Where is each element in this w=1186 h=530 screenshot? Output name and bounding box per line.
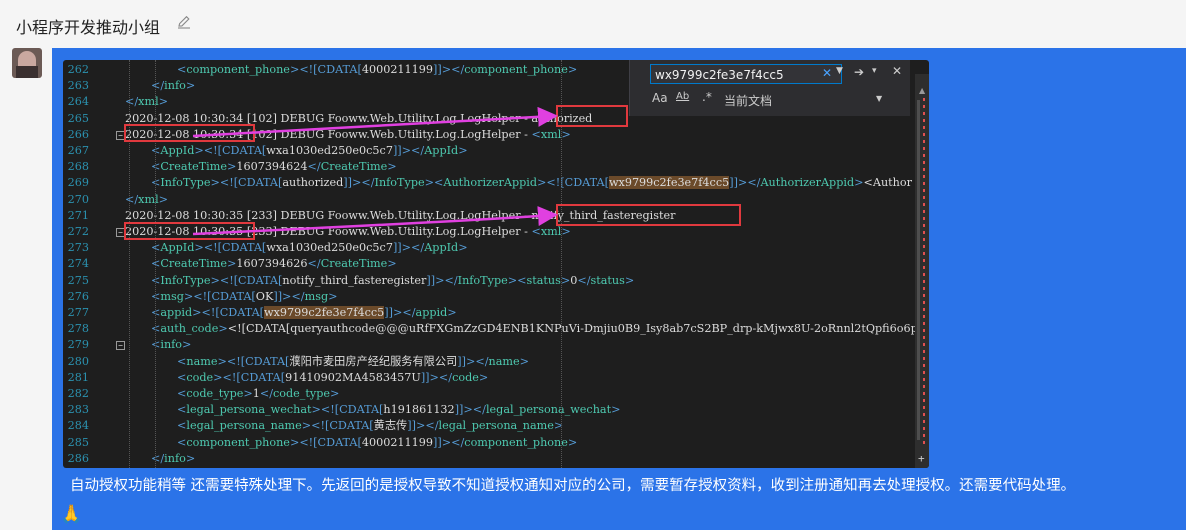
edit-icon[interactable] xyxy=(176,14,192,30)
arrow-authorized xyxy=(192,106,558,138)
message-bubble[interactable]: 262 <component_phone><![CDATA[4000211199]… xyxy=(52,48,1186,530)
annotation-arrows xyxy=(192,106,558,236)
arrow-notify xyxy=(192,206,558,236)
chat-header: 小程序开发推动小组 xyxy=(0,0,1186,48)
code-screenshot[interactable]: 262 <component_phone><![CDATA[4000211199]… xyxy=(63,60,929,468)
chat-title: 小程序开发推动小组 xyxy=(16,18,161,37)
avatar[interactable] xyxy=(12,48,42,78)
message-text: 自动授权功能稍等 还需要特殊处理下。先返回的是授权导致不知道授权通知对应的公司，… xyxy=(70,478,1076,494)
pray-emoji: 🙏 xyxy=(60,504,83,525)
